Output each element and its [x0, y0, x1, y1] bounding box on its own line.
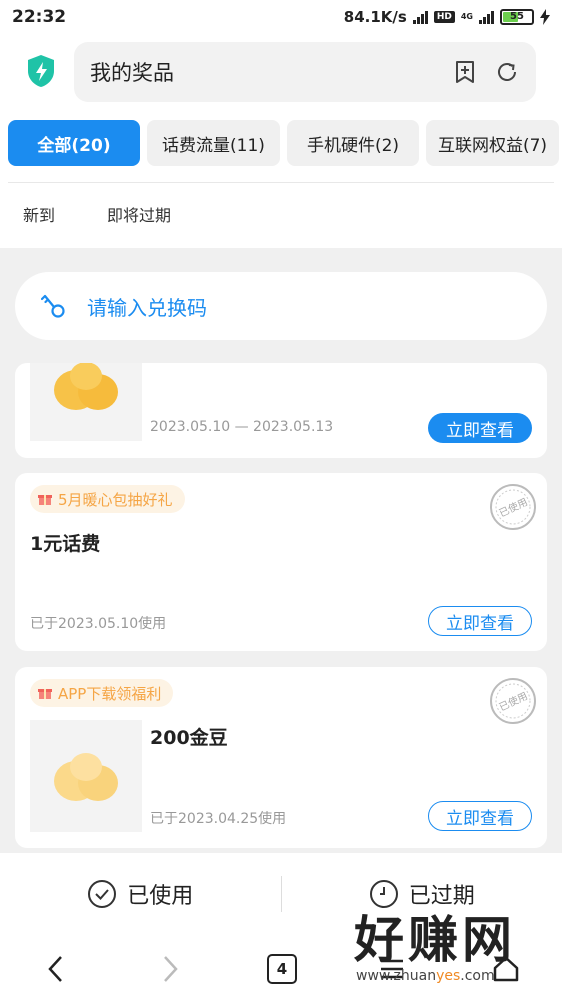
used-filter-label: 已使用: [127, 884, 194, 909]
used-stamp-icon: 已使用: [490, 484, 536, 530]
filter-new[interactable]: 新到: [23, 202, 55, 226]
stamp-label: 已使用: [497, 495, 530, 519]
used-filter-button[interactable]: 已使用: [0, 878, 281, 910]
prize-card: APP下载领福利 已使用 200金豆 已于2023.04.25使用 立即查看: [15, 667, 547, 848]
prize-card: 5月暖心包抽好礼 已使用 1元话费 已于2023.05.10使用 立即查看: [15, 473, 547, 651]
validity-date: 2023.05.10 — 2023.05.13: [150, 419, 334, 435]
prize-image: [30, 363, 142, 441]
shield-bolt-icon: [28, 55, 54, 87]
network-speed: 84.1K/s: [343, 8, 407, 26]
status-right: 84.1K/s HD 4G 55: [344, 8, 550, 26]
back-button[interactable]: [36, 949, 76, 989]
chevron-left-icon: [48, 956, 62, 982]
prize-image: [30, 720, 142, 832]
used-date: 已于2023.04.25使用: [150, 811, 287, 827]
stamp-label: 已使用: [497, 689, 530, 713]
tab-phone-data[interactable]: 话费流量(11): [147, 120, 280, 166]
redeem-code-input[interactable]: 请输入兑换码: [15, 272, 547, 340]
prize-card: 2023.05.10 — 2023.05.13 立即查看: [15, 363, 547, 458]
campaign-badge-label: APP下载领福利: [58, 684, 162, 703]
used-date: 已于2023.05.10使用: [30, 616, 167, 632]
campaign-badge: 5月暖心包抽好礼: [30, 485, 185, 513]
gift-icon: [38, 689, 52, 699]
view-now-button[interactable]: 立即查看: [428, 413, 532, 443]
watermark-title: 好赚网: [354, 911, 516, 969]
divider: [8, 182, 554, 183]
refresh-icon[interactable]: [494, 59, 520, 85]
battery-level: 55: [510, 11, 524, 22]
tab-internet-rights[interactable]: 互联网权益(7): [426, 120, 559, 166]
used-stamp-icon: 已使用: [490, 678, 536, 724]
check-circle-icon: [88, 880, 117, 908]
battery-icon: 55: [500, 9, 534, 25]
filter-expiring[interactable]: 即将过期: [107, 202, 171, 226]
bookmark-add-icon[interactable]: [452, 59, 478, 85]
tabs-area: 全部(20) 话费流量(11) 手机硬件(2) 互联网权益(7) 新到 即将过期: [0, 114, 562, 248]
network-type: 4G: [460, 12, 473, 21]
title-bar: 我的奖品: [74, 42, 536, 102]
gold-bean-icon: [54, 753, 118, 801]
watermark-url-prefix: www.zhuan: [356, 968, 437, 984]
gift-icon: [38, 495, 52, 505]
view-now-button[interactable]: 立即查看: [428, 606, 532, 636]
hd-icon: HD: [433, 11, 455, 23]
status-time: 22:32: [12, 7, 67, 27]
page-title: 我的奖品: [90, 61, 174, 85]
chevron-right-icon: [164, 956, 178, 982]
redeem-placeholder: 请输入兑换码: [87, 295, 207, 320]
campaign-badge: APP下载领福利: [30, 679, 174, 707]
view-now-button[interactable]: 立即查看: [428, 801, 532, 831]
watermark-url-suffix: .com: [460, 968, 495, 984]
tab-hardware[interactable]: 手机硬件(2): [287, 120, 419, 166]
watermark-url: www.zhuanyes.com: [356, 968, 495, 984]
filter-bar: 新到 即将过期: [23, 202, 171, 226]
forward-button[interactable]: [150, 949, 190, 989]
prize-name: 1元话费: [30, 533, 101, 555]
site-watermark: 好赚网 www.zhuanyes.com: [354, 900, 544, 990]
charging-icon: [540, 9, 550, 25]
header: 我的奖品: [0, 34, 562, 114]
watermark-url-highlight: yes: [436, 968, 461, 984]
category-tabs: 全部(20) 话费流量(11) 手机硬件(2) 互联网权益(7): [8, 120, 559, 166]
tabs-button[interactable]: 4: [262, 949, 302, 989]
campaign-badge-label: 5月暖心包抽好礼: [58, 490, 173, 509]
cell-signal-icon: [479, 10, 494, 24]
tab-all[interactable]: 全部(20): [8, 120, 140, 166]
tabs-count: 4: [267, 954, 297, 984]
wifi-signal-icon: [412, 10, 428, 24]
gold-bean-icon: [54, 363, 118, 410]
status-bar: 22:32 84.1K/s HD 4G 55: [0, 0, 562, 34]
key-icon: [41, 294, 65, 318]
prize-name: 200金豆: [150, 727, 228, 749]
